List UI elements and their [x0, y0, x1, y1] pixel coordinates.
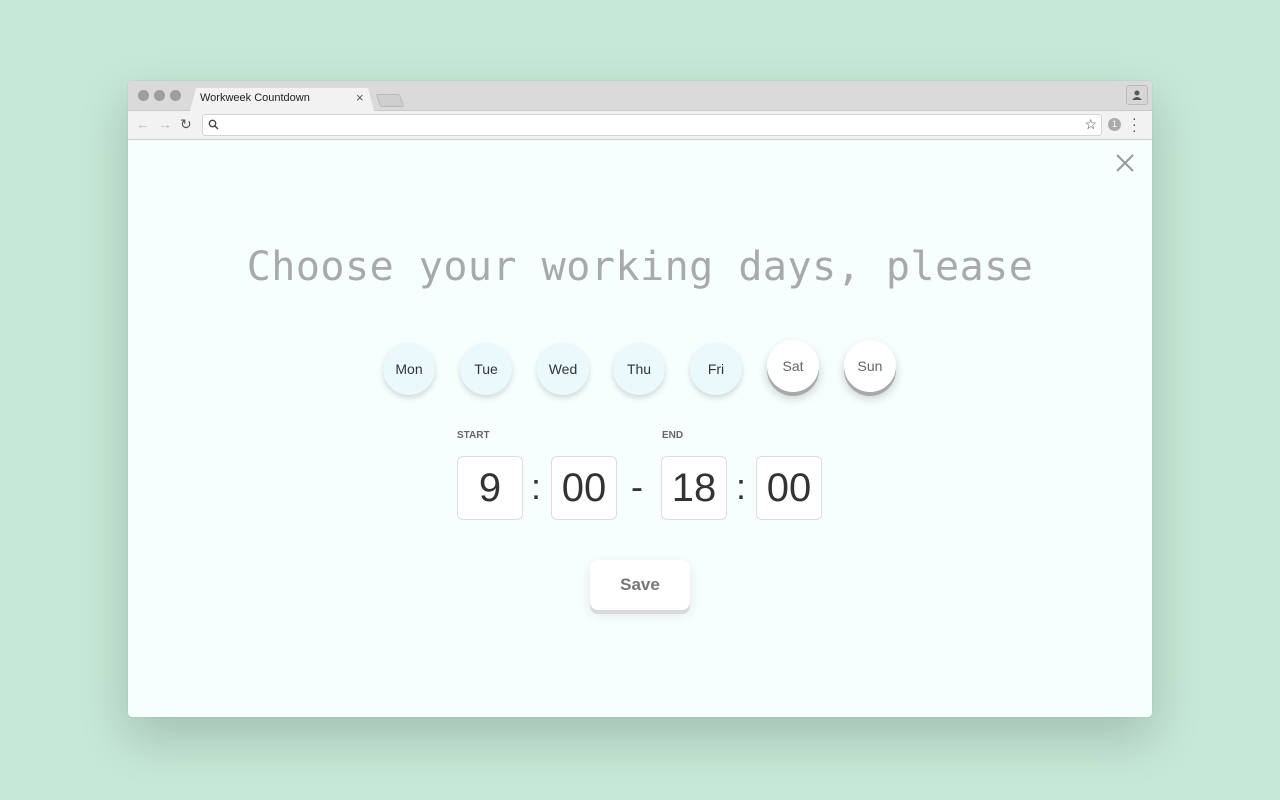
day-tue[interactable]: Tue: [460, 343, 512, 395]
new-tab-button[interactable]: [375, 94, 405, 107]
day-mon[interactable]: Mon: [383, 343, 435, 395]
search-icon: [208, 119, 219, 130]
page-content: Choose your working days, please Mon Tue…: [128, 140, 1152, 717]
day-wed[interactable]: Wed: [537, 343, 589, 395]
tab-close-icon[interactable]: ×: [356, 90, 364, 105]
page-title: Choose your working days, please: [246, 244, 1034, 290]
start-label: START: [457, 430, 490, 441]
person-icon: [1132, 90, 1142, 100]
end-minute-input[interactable]: 00: [756, 456, 822, 520]
title-bar: Workweek Countdown ×: [128, 81, 1152, 111]
start-minute-input[interactable]: 00: [551, 456, 617, 520]
menu-kebab-icon[interactable]: · · ·: [1132, 111, 1137, 137]
close-window-button[interactable]: [138, 90, 149, 101]
minimize-window-button[interactable]: [154, 90, 165, 101]
day-fri[interactable]: Fri: [690, 343, 742, 395]
day-sun[interactable]: Sun: [844, 340, 896, 392]
back-icon[interactable]: ←: [136, 116, 150, 132]
browser-window: Workweek Countdown × ← → ↻ ☆ 1 · · · Choos…: [128, 81, 1152, 717]
maximize-window-button[interactable]: [170, 90, 181, 101]
range-dash: -: [631, 466, 643, 507]
profile-button[interactable]: [1126, 85, 1148, 105]
start-colon: :: [531, 466, 542, 507]
end-label: END: [662, 430, 684, 441]
end-hour-input[interactable]: 18: [661, 456, 727, 520]
close-icon[interactable]: [1112, 150, 1138, 176]
forward-icon[interactable]: →: [158, 116, 172, 132]
start-hour-input[interactable]: 9: [457, 456, 523, 520]
tab-title: Workweek Countdown: [200, 92, 310, 104]
save-button[interactable]: Save: [590, 560, 690, 610]
day-selector: Mon Tue Wed Thu Fri Sat Sun: [383, 340, 903, 400]
extension-icon[interactable]: 1: [1108, 118, 1121, 131]
day-thu[interactable]: Thu: [613, 343, 665, 395]
day-sat[interactable]: Sat: [767, 340, 819, 392]
end-colon: :: [736, 466, 747, 507]
reload-icon[interactable]: ↻: [180, 116, 192, 133]
address-bar[interactable]: ☆: [202, 114, 1102, 136]
browser-toolbar: ← → ↻ ☆ 1 · · ·: [128, 111, 1152, 140]
bookmark-star-icon[interactable]: ☆: [1084, 116, 1097, 133]
